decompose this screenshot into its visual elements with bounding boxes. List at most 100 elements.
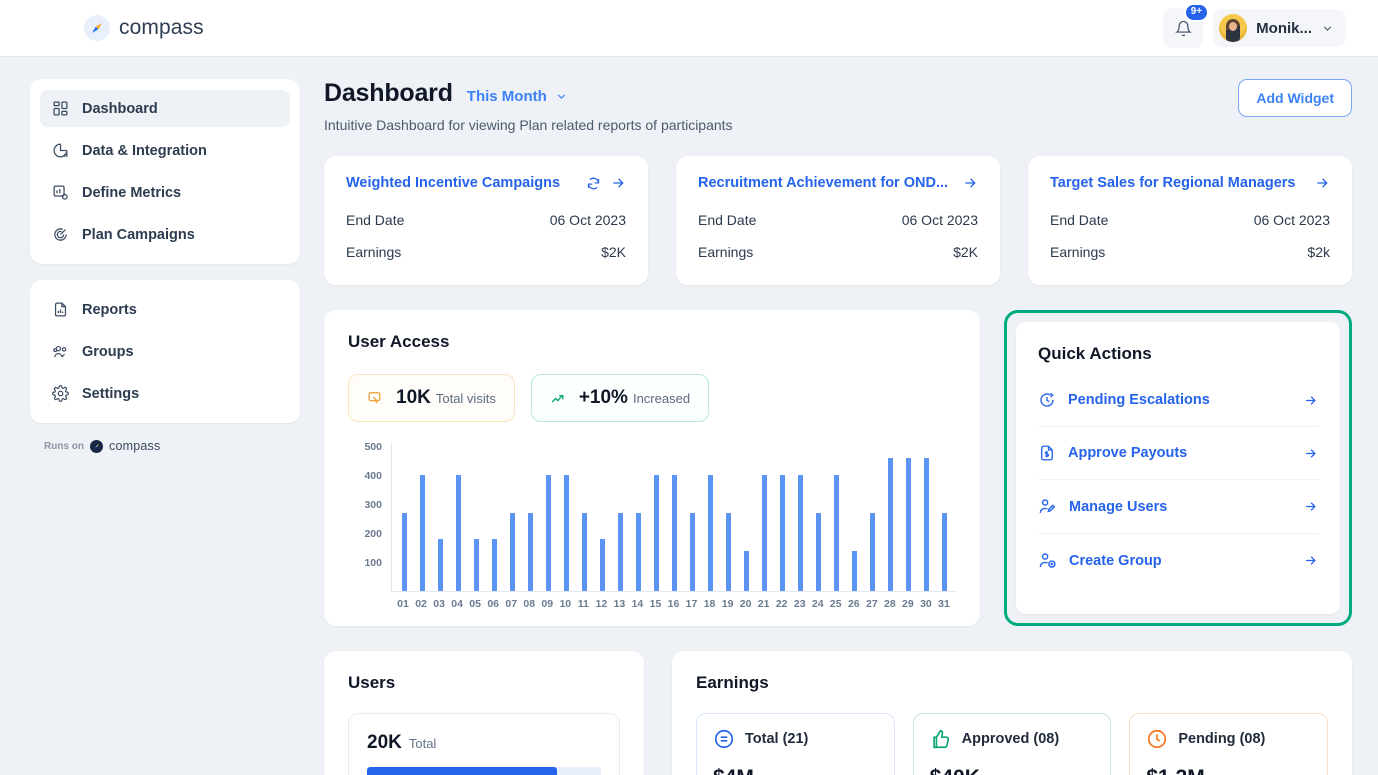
chart-bar: [887, 457, 893, 591]
chart-x-tick: 03: [433, 598, 445, 610]
sidebar-item-label: Data & Integration: [82, 142, 207, 159]
quick-action-label: Pending Escalations: [1068, 392, 1210, 408]
quick-action-pending-escalations[interactable]: Pending Escalations: [1038, 374, 1318, 426]
sidebar-item-groups[interactable]: Groups: [40, 333, 290, 370]
arrow-right-icon[interactable]: [1303, 393, 1318, 408]
arrow-right-icon[interactable]: [1303, 499, 1318, 514]
arrow-right-icon[interactable]: [1314, 175, 1330, 191]
chart-bar: [797, 475, 803, 591]
quick-action-manage-users[interactable]: Manage Users: [1038, 479, 1318, 533]
period-selector[interactable]: This Month: [467, 88, 568, 105]
sidebar-item-label: Plan Campaigns: [82, 226, 195, 243]
chart-x-tick: 10: [559, 598, 572, 610]
sidebar-item-plan-campaigns[interactable]: Plan Campaigns: [40, 216, 290, 253]
arrow-right-icon[interactable]: [962, 175, 978, 191]
chart-bar-slot: [917, 442, 935, 591]
earnings-boxes: Total (21) $4M Approved (08) $40K: [696, 713, 1329, 775]
chevron-down-icon: [1323, 25, 1332, 31]
sidebar-item-dashboard[interactable]: Dashboard: [40, 90, 290, 127]
chart-y-axis: 100 200 300 400 500: [348, 442, 382, 592]
total-visits-value: 10K: [396, 387, 431, 408]
earnings-value: $2k: [1307, 244, 1330, 260]
chart-bar-slot: [431, 442, 449, 591]
quick-action-approve-payouts[interactable]: Approve Payouts: [1038, 426, 1318, 479]
add-widget-button[interactable]: Add Widget: [1238, 79, 1352, 117]
chart-x-tick: 16: [667, 598, 680, 610]
end-date-value: 06 Oct 2023: [901, 212, 978, 228]
chart-bar-slot: [809, 442, 827, 591]
chart-bar: [815, 512, 821, 591]
campaign-card[interactable]: Weighted Incentive Campaigns End Date 06 …: [324, 156, 648, 285]
chart-bar: [725, 512, 731, 591]
user-menu[interactable]: Monik...: [1213, 9, 1346, 47]
trending-up-icon: [551, 394, 564, 403]
end-date-label: End Date: [698, 212, 757, 228]
chart-bar: [599, 539, 605, 591]
chart-x-tick: 07: [505, 598, 518, 610]
quick-action-create-group[interactable]: Create Group: [1038, 533, 1318, 587]
earnings-card: Earnings Total (21) $4M: [672, 651, 1352, 775]
arrow-right-icon[interactable]: [1303, 446, 1318, 461]
chart-bar-slot: [881, 442, 899, 591]
campaign-card[interactable]: Recruitment Achievement for OND... End D…: [676, 156, 1000, 285]
end-date-value: 06 Oct 2023: [1253, 212, 1330, 228]
campaign-card[interactable]: Target Sales for Regional Managers End D…: [1028, 156, 1352, 285]
top-bar: compass 9+ Monik...: [0, 0, 1378, 57]
chart-x-tick: 02: [415, 598, 427, 610]
earnings-label: Earnings: [346, 244, 402, 260]
chart-x-tick: 25: [829, 598, 842, 610]
clock-icon: [1148, 729, 1167, 749]
campaign-title[interactable]: Weighted Incentive Campaigns: [346, 175, 577, 191]
user-access-bar-chart: 100 200 300 400 500: [348, 442, 956, 592]
campaign-title[interactable]: Target Sales for Regional Managers: [1050, 175, 1305, 191]
chart-bar: [455, 475, 461, 591]
users-total-label: Total: [408, 736, 437, 751]
chart-bar: [545, 475, 551, 591]
chart-x-tick: 12: [595, 598, 608, 610]
avatar: [1219, 14, 1248, 42]
earnings-amount: $1.2M: [1146, 766, 1311, 775]
quick-action-label: Approve Payouts: [1068, 445, 1188, 461]
chart-x-tick: 14: [631, 598, 644, 610]
chart-y-tick: 300: [364, 498, 382, 511]
chart-bar: [761, 475, 767, 591]
campaign-title[interactable]: Recruitment Achievement for OND...: [698, 175, 953, 191]
chart-bar-slot: [485, 442, 503, 591]
earnings-label: Approved (08): [961, 731, 1060, 747]
sidebar-item-define-metrics[interactable]: Define Metrics: [40, 174, 290, 211]
refresh-icon[interactable]: [586, 176, 601, 191]
chart-bar: [671, 475, 677, 591]
chart-bar: [851, 551, 857, 591]
chart-bar-slot: [413, 442, 431, 591]
earnings-label: Pending (08): [1178, 731, 1266, 747]
chart-bar-slot: [647, 442, 665, 591]
gear-icon: [52, 385, 69, 402]
metrics-gear-icon: [53, 185, 68, 200]
bell-icon: [1174, 20, 1192, 36]
quick-actions-title: Quick Actions: [1038, 344, 1152, 363]
quick-actions-highlight: Quick Actions Pending Escalations Approv…: [1004, 310, 1352, 626]
chart-bar: [419, 475, 425, 591]
chart-bar: [743, 551, 749, 591]
chart-x-tick: 06: [487, 598, 500, 610]
quick-actions-list: Pending Escalations Approve Payouts Mana…: [1038, 374, 1318, 587]
arrow-right-icon[interactable]: [610, 175, 626, 191]
notifications-button[interactable]: 9+: [1163, 3, 1210, 48]
thumbs-up-icon: [932, 729, 949, 749]
arrow-right-icon[interactable]: [1303, 553, 1318, 568]
sidebar-item-reports[interactable]: Reports: [40, 291, 290, 328]
chart-x-axis: 01 02 03 04 05 06 07 08 09 10 11 12 13 14 15 16 17 18 19 20…: [391, 592, 956, 610]
chart-bar-slot: [449, 442, 467, 591]
sidebar-item-data-integration[interactable]: Data & Integration: [40, 132, 290, 169]
campaign-cards-row: Weighted Incentive Campaigns End Date 06 …: [324, 156, 1352, 285]
sidebar-item-settings[interactable]: Settings: [40, 375, 290, 412]
create-group-icon: [1039, 553, 1056, 568]
brand-logo[interactable]: compass: [84, 15, 204, 41]
chart-bar-slot: [791, 442, 809, 591]
chart-bar-slot: [521, 442, 539, 591]
chart-y-tick: 200: [364, 527, 382, 540]
page-subtitle: Intuitive Dashboard for viewing Plan rel…: [324, 117, 733, 133]
chart-bar: [527, 512, 533, 591]
chart-bar-slot: [719, 442, 737, 591]
chart-bar: [635, 512, 641, 591]
